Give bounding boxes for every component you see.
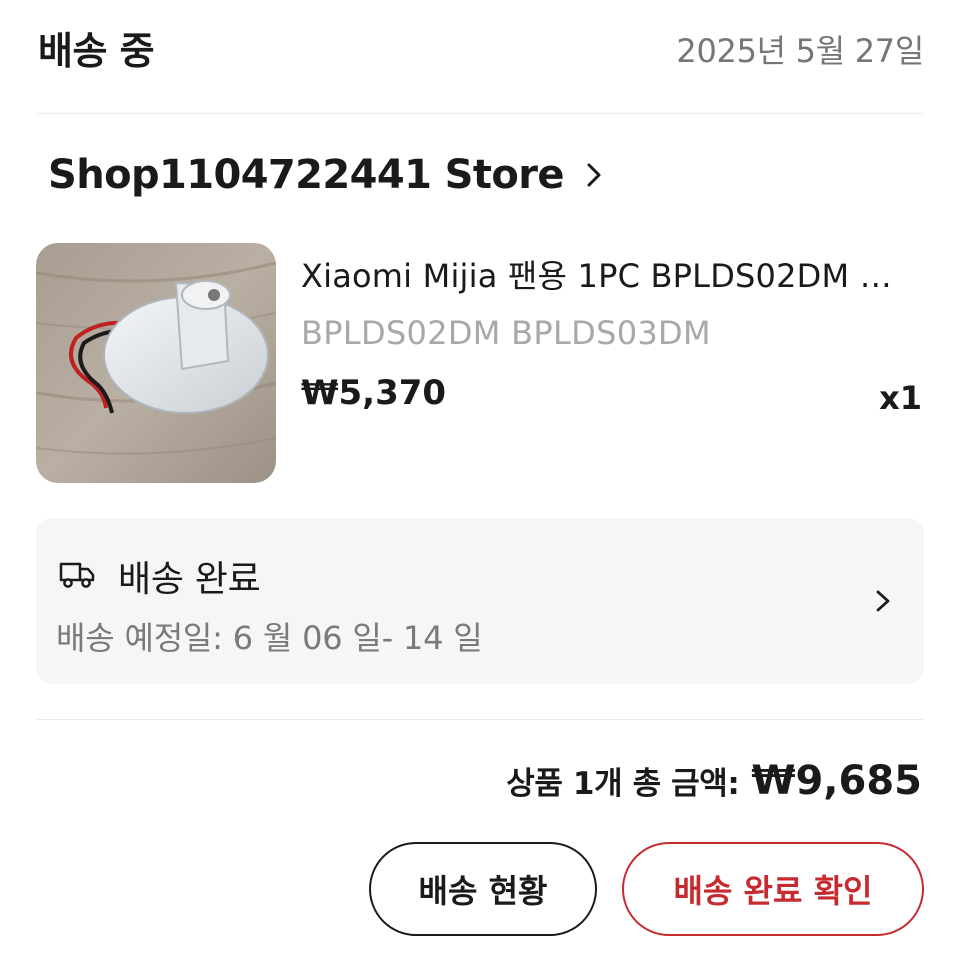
product-title[interactable]: Xiaomi Mijia 팬용 1PC BPLDS02DM BPLDS03DM <box>301 251 913 297</box>
order-status-title: 배송 중 <box>38 29 155 73</box>
delivery-estimate: 배송 예정일: 6 월 06 일- 14 일 <box>56 619 483 657</box>
product-price: ₩5,370 <box>301 373 447 413</box>
total-amount: ₩9,685 <box>751 758 922 804</box>
product-variant: BPLDS02DM BPLDS03DM <box>301 314 711 352</box>
order-date: 2025년 5월 27일 <box>676 32 924 70</box>
order-detail-page: 배송 중 2025년 5월 27일 Shop1104722441 Store X… <box>0 0 960 973</box>
truck-icon <box>59 562 95 588</box>
delivery-status-label: 배송 완료 <box>118 559 261 600</box>
product-thumbnail[interactable] <box>36 243 276 483</box>
order-header: 배송 중 2025년 5월 27일 <box>36 0 924 114</box>
section-divider <box>36 719 924 720</box>
store-link[interactable]: Shop1104722441 Store <box>48 152 608 198</box>
order-total: 상품 1개 총 금액: ₩9,685 <box>506 758 922 804</box>
total-label: 상품 1개 총 금액: <box>506 766 740 802</box>
product-quantity: x1 <box>879 379 922 417</box>
track-delivery-button[interactable]: 배송 현황 <box>369 842 597 936</box>
store-name: Shop1104722441 Store <box>48 152 565 198</box>
delivery-status-card[interactable]: 배송 완료 배송 예정일: 6 월 06 일- 14 일 <box>36 518 924 684</box>
product-image <box>36 243 276 483</box>
chevron-right-icon <box>587 163 601 187</box>
chevron-right-icon <box>876 590 890 612</box>
confirm-delivery-button[interactable]: 배송 완료 확인 <box>622 842 924 936</box>
